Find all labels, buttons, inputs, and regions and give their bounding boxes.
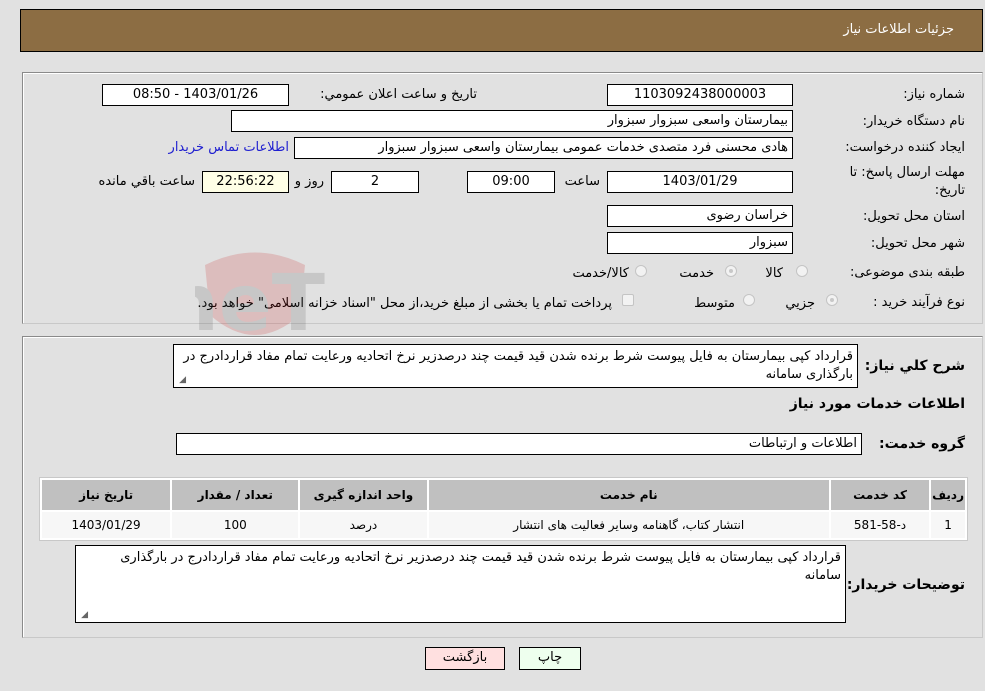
category-option-goods-service: کالا/خدمت (572, 266, 629, 281)
col-service-code: کد خدمت (830, 480, 930, 510)
deadline-date-field: 1403/01/29 (607, 171, 793, 193)
creator-label: ایجاد کننده درخواست: (845, 140, 965, 155)
buyer-notes-label: توضیحات خریدار: (846, 577, 965, 593)
remaining-time-field: 22:56:22 (202, 171, 289, 193)
need-number-field: 1103092438000003 (607, 84, 793, 106)
remaining-time-label: ساعت باقي مانده (98, 174, 195, 189)
deadline-time-field: 09:00 (467, 171, 555, 193)
cell-unit: درصد (300, 512, 427, 538)
treasury-payment-checkbox[interactable] (622, 294, 634, 306)
resize-handle-icon[interactable]: ◢ (176, 375, 186, 385)
deadline-label-line1: مهلت ارسال پاسخ: تا (849, 165, 965, 180)
category-radio-goods-service[interactable] (635, 265, 647, 277)
cell-service-code: د-58-581 (830, 512, 930, 538)
city-field: سبزوار (607, 232, 793, 254)
cell-service-name: انتشار کتاب، گاهنامه وسایر فعالیت های ان… (428, 512, 829, 538)
need-number-label: شماره نیاز: (903, 87, 965, 102)
days-remaining-field: 2 (331, 171, 419, 193)
cell-row-number: 1 (931, 512, 965, 538)
description-textarea[interactable]: قرارداد کپی بیمارستان به فایل پیوست شرط … (173, 344, 858, 388)
table-row: 1 د-58-581 انتشار کتاب، گاهنامه وسایر فع… (42, 512, 965, 538)
services-table: رديف کد خدمت نام خدمت واحد اندازه گیری ت… (39, 477, 968, 541)
province-label: استان محل تحویل: (863, 209, 965, 224)
table-header-row: رديف کد خدمت نام خدمت واحد اندازه گیری ت… (42, 480, 965, 510)
cell-quantity: 100 (172, 512, 299, 538)
city-label: شهر محل تحویل: (870, 236, 965, 251)
buyer-notes-text: قرارداد کپی بیمارستان به فایل پیوست شرط … (120, 550, 841, 583)
process-radio-medium[interactable] (743, 294, 755, 306)
buyer-notes-textarea[interactable]: قرارداد کپی بیمارستان به فایل پیوست شرط … (75, 545, 846, 623)
service-group-label: گروه خدمت: (879, 436, 965, 452)
process-option-medium: متوسط (694, 296, 735, 311)
col-quantity: تعداد / مقدار (172, 480, 299, 510)
deadline-label-line2: تاریخ: (934, 183, 965, 198)
payment-note: پرداخت تمام یا بخشی از مبلغ خرید،از محل … (197, 296, 612, 311)
category-option-goods: کالا (765, 266, 783, 281)
service-group-field: اطلاعات و ارتباطات (176, 433, 862, 455)
process-radio-minor[interactable] (826, 294, 838, 306)
buyer-contact-link[interactable]: اطلاعات تماس خریدار (169, 140, 289, 155)
deadline-time-label: ساعت (564, 174, 600, 189)
col-unit: واحد اندازه گیری (300, 480, 427, 510)
description-label: شرح كلي نياز: (864, 358, 965, 374)
creator-field: هادی محسنی فرد متصدی خدمات عمومی بیمارست… (294, 137, 793, 159)
description-text: قرارداد کپی بیمارستان به فایل پیوست شرط … (183, 349, 853, 382)
print-button[interactable]: چاپ (519, 647, 581, 670)
services-section-title: اطلاعات خدمات مورد نياز (789, 396, 965, 412)
announce-label: تاریخ و ساعت اعلان عمومي: (320, 87, 477, 102)
category-radio-goods[interactable] (796, 265, 808, 277)
process-label: نوع فرآیند خرید : (873, 295, 965, 310)
province-field: خراسان رضوی (607, 205, 793, 227)
cell-need-date: 1403/01/29 (42, 512, 171, 538)
page-header: جزئیات اطلاعات نیاز (20, 9, 983, 52)
announce-datetime-field: 1403/01/26 - 08:50 (102, 84, 289, 106)
buyer-org-label: نام دستگاه خریدار: (862, 114, 965, 129)
col-need-date: تاریخ نیاز (42, 480, 171, 510)
page-title: جزئیات اطلاعات نیاز (843, 22, 954, 37)
category-label: طبقه بندی موضوعی: (849, 265, 965, 280)
col-row-number: رديف (931, 480, 965, 510)
back-button[interactable]: بازگشت (425, 647, 505, 670)
days-label: روز و (294, 174, 324, 189)
col-service-name: نام خدمت (428, 480, 829, 510)
buyer-org-field: بیمارستان واسعی سبزوار سبزوار (231, 110, 793, 132)
category-option-service: خدمت (679, 266, 714, 281)
category-radio-service[interactable] (725, 265, 737, 277)
resize-handle-icon[interactable]: ◢ (78, 610, 88, 620)
process-option-minor: جزيي (785, 296, 815, 311)
